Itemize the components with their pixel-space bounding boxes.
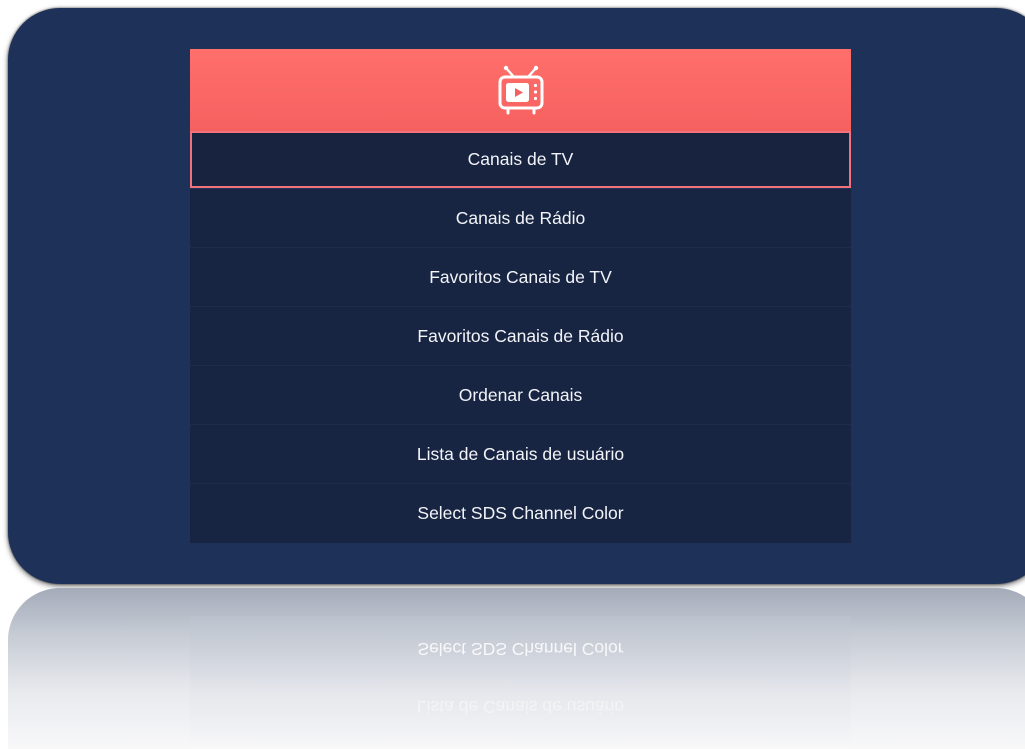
menu-item-select-sds-channel-color[interactable]: Select SDS Channel Color bbox=[190, 484, 851, 543]
menu-item-ordenar-canais[interactable]: Ordenar Canais bbox=[190, 366, 851, 425]
menu-item-canais-de-tv[interactable]: Canais de TV bbox=[190, 131, 851, 188]
menu-header bbox=[190, 49, 851, 131]
channels-menu: Canais de TV Canais de Rádio Favoritos C… bbox=[190, 49, 851, 543]
menu-item-favoritos-canais-de-radio[interactable]: Favoritos Canais de Rádio bbox=[190, 307, 851, 366]
tv-play-icon bbox=[498, 65, 543, 115]
menu-item-label: Favoritos Canais de Rádio bbox=[417, 325, 624, 346]
menu-reflection: Select SDS Channel Color Lista de Canais… bbox=[190, 616, 851, 746]
menu-item-lista-de-canais-de-usuario[interactable]: Lista de Canais de usuário bbox=[190, 425, 851, 484]
stage: Canais de TV Canais de Rádio Favoritos C… bbox=[0, 0, 1025, 749]
menu-item-favoritos-canais-de-tv[interactable]: Favoritos Canais de TV bbox=[190, 248, 851, 307]
menu-item-canais-de-radio[interactable]: Canais de Rádio bbox=[190, 189, 851, 248]
screen-reflection: Select SDS Channel Color Lista de Canais… bbox=[8, 588, 1025, 749]
reflection-label: Select SDS Channel Color bbox=[417, 639, 624, 659]
menu-item-label: Favoritos Canais de TV bbox=[429, 266, 612, 287]
reflection-label: Lista de Canais de usuário bbox=[416, 697, 625, 717]
menu-item-label: Canais de TV bbox=[467, 149, 574, 169]
menu-item-label: Select SDS Channel Color bbox=[417, 503, 624, 523]
menu-item-label: Lista de Canais de usuário bbox=[416, 443, 625, 464]
menu-item-label: Ordenar Canais bbox=[458, 384, 583, 405]
menu-item-label: Canais de Rádio bbox=[455, 207, 586, 228]
tv-screen: Canais de TV Canais de Rádio Favoritos C… bbox=[8, 8, 1025, 584]
